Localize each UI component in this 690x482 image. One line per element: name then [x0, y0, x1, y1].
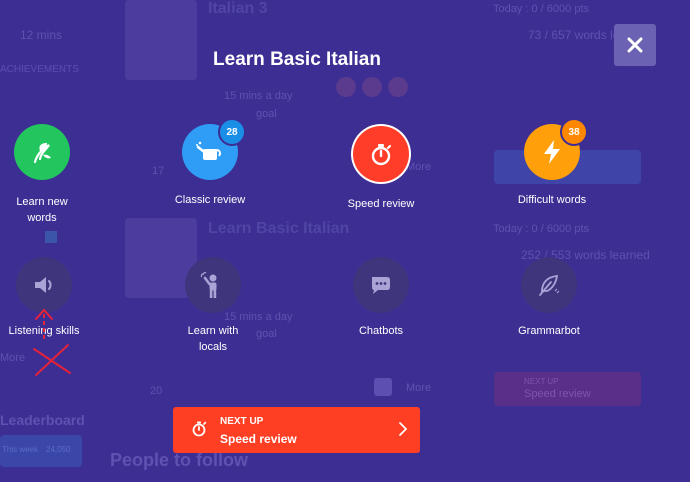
mode-label: Speed review — [347, 198, 415, 210]
chat-bubble-icon — [372, 277, 390, 294]
mode-grammarbot[interactable]: Grammarbot — [489, 257, 609, 339]
mode-icon-circle — [185, 257, 241, 313]
mode-learn-new-words[interactable]: Learn new words — [0, 124, 102, 226]
close-icon — [627, 37, 643, 53]
more-2: More — [406, 382, 432, 394]
next-up-button[interactable]: NEXT UP Speed review — [173, 407, 420, 453]
mode-icon-circle — [353, 126, 409, 182]
bg-medal-1 — [336, 77, 356, 97]
bg-people-to-follow: People to follow — [110, 450, 248, 470]
left-mins: 12 mins — [20, 28, 63, 42]
course-today-2: Today : 0 / 6000 pts — [493, 223, 590, 235]
lightning-icon — [544, 140, 560, 164]
bg-leaderboard-bar: This week 24,050 — [0, 435, 82, 467]
mode-speed-review[interactable]: Speed review — [321, 126, 441, 212]
overlay-title: Learn Basic Italian — [213, 49, 381, 70]
mode-label: Learn with locals — [187, 325, 239, 353]
seedling-icon — [33, 143, 51, 164]
mode-icon-circle: 28 — [182, 118, 246, 180]
mode-icon-circle — [14, 124, 70, 180]
mode-label: Difficult words — [517, 194, 587, 206]
bg-grid-icon — [374, 378, 392, 396]
mode-chatbots[interactable]: Chatbots — [321, 257, 441, 339]
person-waving-icon — [200, 272, 217, 298]
bg-leaderboard: Leaderboard — [0, 412, 85, 428]
next-up-kicker: NEXT UP — [220, 416, 264, 427]
course-pace-1: 15 mins a day — [224, 90, 293, 102]
mode-label: Chatbots — [358, 325, 404, 337]
feather-icon — [539, 274, 560, 296]
bg-medal-2 — [362, 77, 382, 97]
next-up-label: Speed review — [220, 432, 297, 446]
bg-next-up-button-2: NEXT UP Speed review — [494, 372, 641, 406]
bg-checkbox — [45, 231, 57, 243]
mode-icon-circle — [521, 257, 577, 313]
bg-mores: More — [0, 352, 26, 364]
bg-medal-3 — [388, 77, 408, 97]
course-today-1: Today : 0 / 6000 pts — [493, 3, 590, 15]
speaker-icon — [35, 277, 52, 293]
watering-can-icon — [196, 141, 221, 160]
stopwatch-icon — [192, 421, 207, 437]
stopwatch-icon — [371, 144, 392, 166]
mode-learn-with-locals[interactable]: Learn with locals — [153, 257, 273, 355]
mode-difficult-words[interactable]: 38 Difficult words — [492, 118, 612, 208]
course-title-1: Italian 3 — [208, 0, 268, 17]
mode-classic-review[interactable]: 28 Classic review — [150, 118, 270, 208]
mode-label: Classic review — [174, 194, 246, 206]
difficult-count-badge: 38 — [560, 118, 588, 146]
red-cross-annotation — [33, 308, 71, 376]
count-2: 20 — [150, 385, 163, 397]
close-button[interactable] — [614, 24, 656, 66]
course-words-1: 73 / 657 words le — [528, 28, 620, 42]
mode-icon-circle — [353, 257, 409, 313]
review-count-badge: 28 — [218, 118, 246, 146]
mode-label: Learn new words — [16, 196, 68, 224]
mode-label: Grammarbot — [518, 325, 580, 337]
course-goal-1: goal — [256, 108, 277, 120]
mode-icon-circle: 38 — [524, 118, 588, 180]
course-title-2: Learn Basic Italian — [208, 220, 350, 237]
chevron-right-icon — [399, 422, 408, 436]
